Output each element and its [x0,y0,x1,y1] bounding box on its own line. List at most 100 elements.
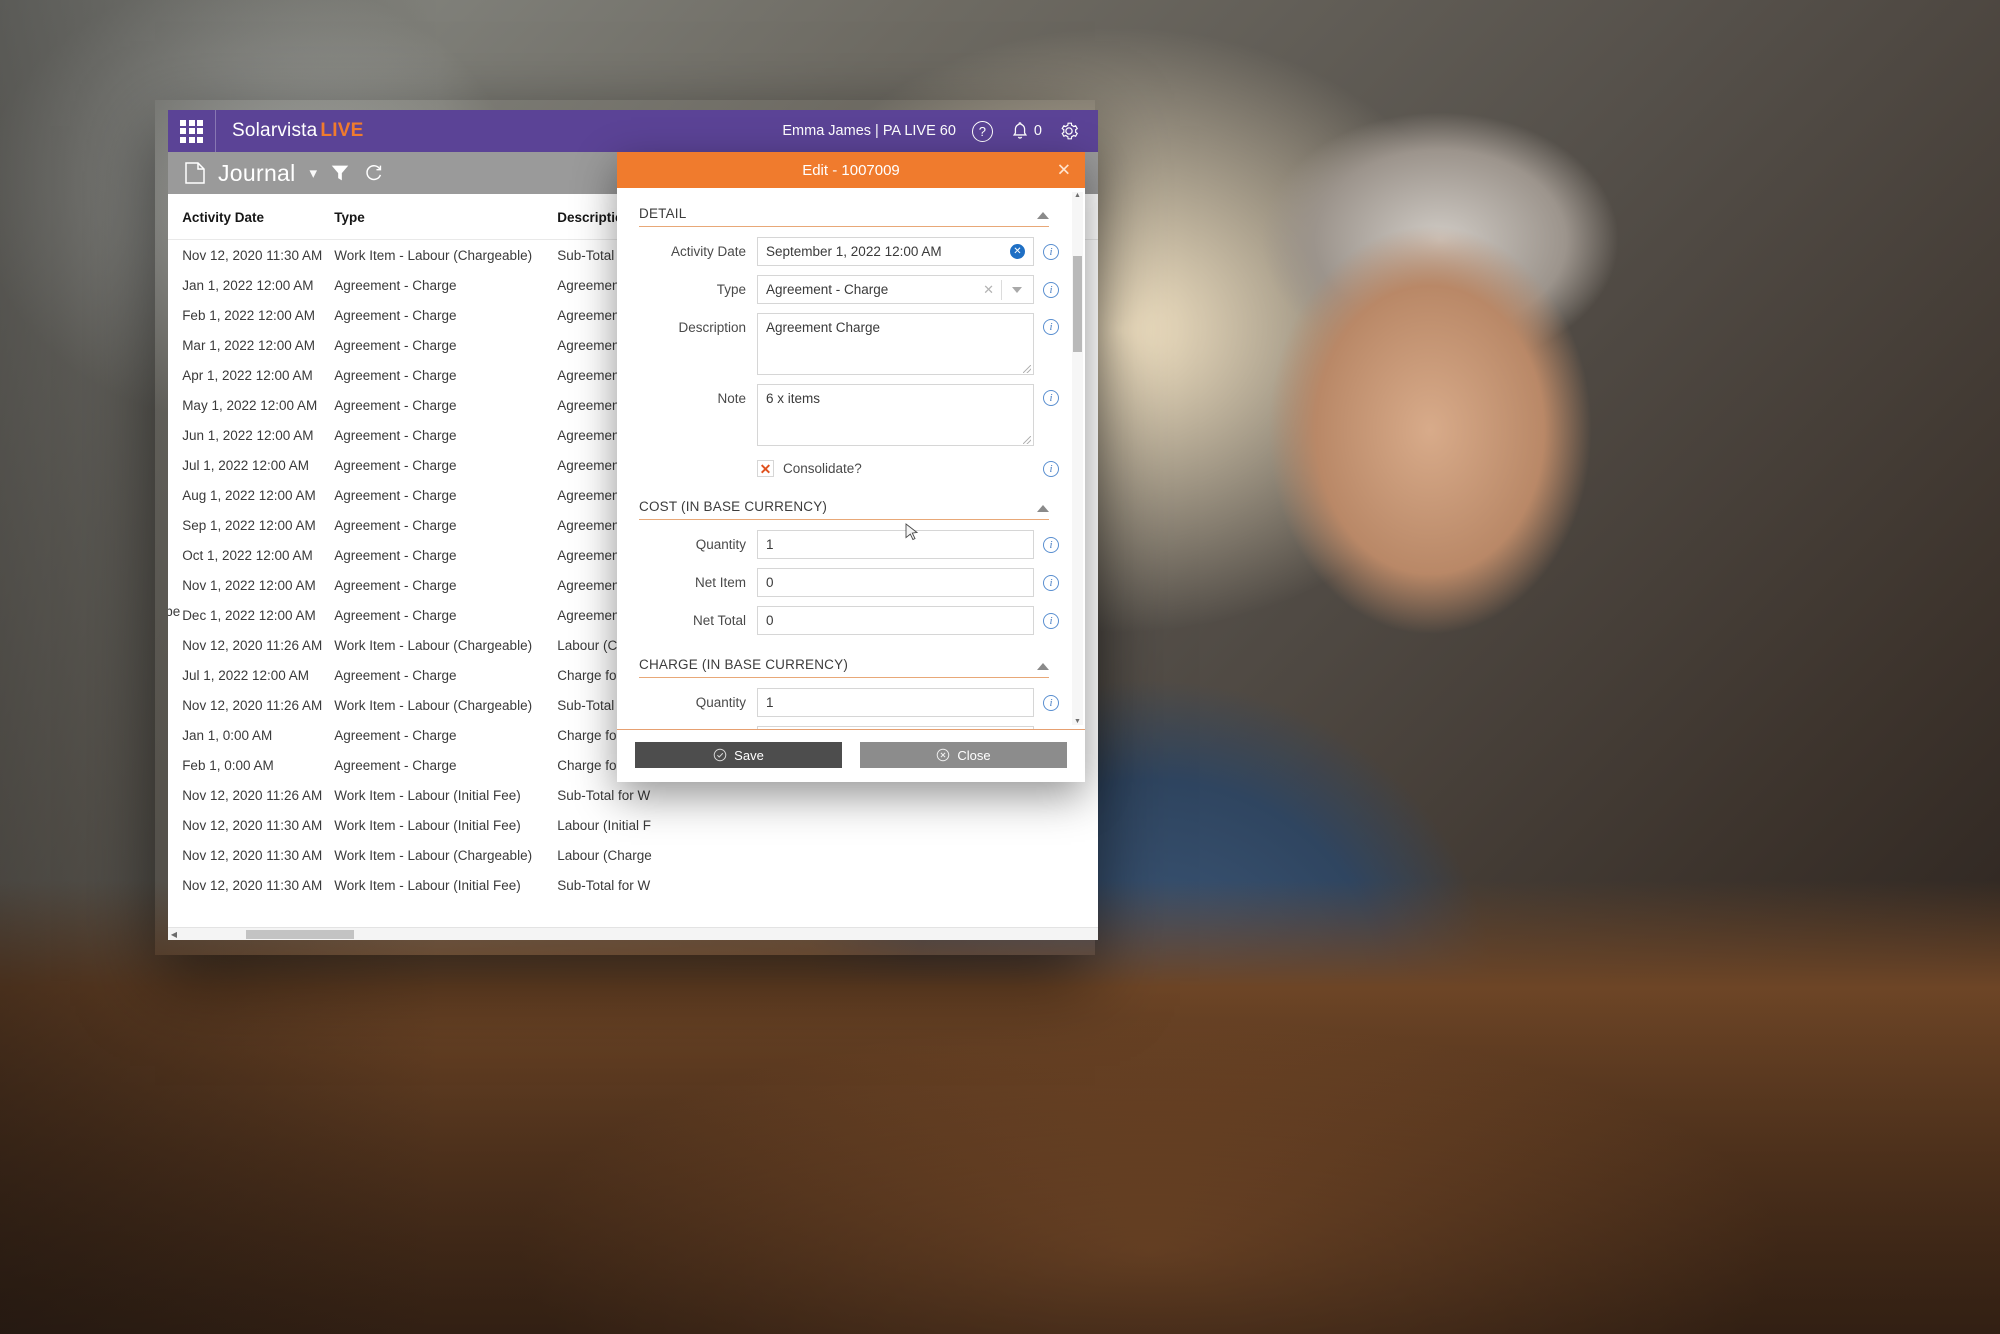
section-header-detail[interactable]: DETAIL [639,206,1049,227]
info-icon[interactable]: i [1043,613,1059,629]
info-icon[interactable]: i [1043,319,1059,335]
cost-net-total-input[interactable]: 0 [757,606,1034,635]
cell-activity-date: Jul 1, 2022 12:00 AM [182,457,310,473]
section-label-charge: CHARGE (IN BASE CURRENCY) [639,657,849,672]
label-note: Note [717,391,746,406]
scroll-down-arrow[interactable]: ▼ [1072,718,1083,725]
save-button[interactable]: Save [635,742,842,768]
info-icon[interactable]: i [1043,282,1059,298]
label-consolidate: Consolidate? [783,461,862,476]
table-row[interactable]: Nov 12, 2020 11:30 AM Work Item - Labour … [168,870,1098,900]
row-spacer [168,450,182,480]
row-spacer [168,300,182,330]
cell-type: Work Item - Labour (Initial Fee) [334,877,521,893]
section-header-charge[interactable]: CHARGE (IN BASE CURRENCY) [639,657,1049,678]
cell-type: Work Item - Labour (Chargeable) [334,847,533,863]
info-icon[interactable]: i [1043,575,1059,591]
info-icon[interactable]: i [1043,695,1059,711]
notification-count: 0 [1033,123,1042,139]
filter-icon[interactable] [329,162,351,184]
gear-icon[interactable] [1058,120,1080,142]
checkbox-mark: ✕ [759,460,772,477]
row-spacer [168,720,182,750]
info-icon[interactable]: i [1043,390,1059,406]
table-header-spacer [168,194,183,240]
chevron-down-icon[interactable] [1012,286,1022,293]
cell-description: Labour (Charge [557,847,652,863]
header-actions: Emma James | PA LIVE 60 ? 0 [782,120,1098,142]
table-row[interactable]: Nov 12, 2020 11:26 AM Work Item - Labour … [168,780,1098,810]
vertical-scroll-thumb[interactable] [1073,256,1082,352]
activity-date-value: September 1, 2022 12:00 AM [766,244,942,259]
close-icon[interactable]: ✕ [1057,162,1071,179]
scroll-left-arrow[interactable]: ◀ [168,930,180,939]
table-row[interactable]: Nov 12, 2020 11:30 AM Work Item - Labour … [168,840,1098,870]
info-icon[interactable]: i [1043,460,1059,477]
cell-type: Agreement - Charge [334,547,457,563]
cost-quantity-input[interactable]: 1 [757,530,1034,559]
chevron-up-icon[interactable] [1037,505,1049,512]
note-textarea[interactable]: 6 x items [757,384,1034,446]
consolidate-checkbox[interactable]: ✕ [757,460,774,477]
row-spacer [168,630,182,660]
row-spacer [168,480,182,510]
cell-description: Labour (Initial F [557,817,652,833]
clear-icon[interactable]: ✕ [983,282,1001,298]
app-header: Solarvista LIVE Emma James | PA LIVE 60 ?… [168,110,1098,152]
page-icon [185,162,205,184]
user-account-label[interactable]: Emma James | PA LIVE 60 [782,123,956,139]
page-title: Journal [218,159,296,186]
charge-net-item-input[interactable]: 1184.67 [757,726,1034,729]
activity-date-input[interactable]: September 1, 2022 12:00 AM ✕ [757,237,1034,266]
apps-grid-button[interactable] [168,110,216,152]
cell-activity-date: Nov 12, 2020 11:26 AM [182,697,323,713]
close-button[interactable]: Close [860,742,1067,768]
row-spacer [168,870,182,900]
description-textarea[interactable]: Agreement Charge [757,313,1034,375]
row-spacer [168,750,182,780]
cell-activity-date: Sep 1, 2022 12:00 AM [182,517,316,533]
row-spacer [168,510,182,540]
refresh-icon[interactable] [363,162,385,184]
cell-type: Agreement - Charge [334,457,457,473]
field-cost-quantity: Quantity 1 i [639,530,1059,559]
label-charge-quantity: Quantity [695,695,746,710]
dialog-footer: Save Close [617,729,1085,782]
scroll-up-arrow[interactable]: ▲ [1072,192,1083,199]
chevron-down-icon[interactable]: ▾ [310,164,318,182]
resize-handle[interactable] [1023,436,1031,444]
row-spacer [168,810,182,840]
notifications-button[interactable]: 0 [1009,120,1042,142]
help-glyph: ? [978,123,987,139]
charge-quantity-value: 1 [766,695,774,710]
row-spacer [168,540,182,570]
cost-net-item-input[interactable]: 0 [757,568,1034,597]
horizontal-scroll-thumb[interactable] [246,930,354,939]
brand-logo: Solarvista LIVE [232,120,363,142]
charge-quantity-input[interactable]: 1 [757,688,1034,717]
column-header-type[interactable]: Type [334,194,558,240]
cell-overflow [861,870,1098,900]
chevron-up-icon[interactable] [1037,212,1049,219]
description-value: Agreement Charge [766,320,881,335]
cell-activity-date: Feb 1, 0:00 AM [182,757,274,773]
column-header-activity-date[interactable]: Activity Date [182,194,335,240]
info-icon[interactable]: i [1043,244,1059,260]
help-icon[interactable]: ? [971,120,993,142]
dialog-vertical-scrollbar[interactable]: ▲ ▼ [1072,192,1083,725]
section-header-cost[interactable]: COST (IN BASE CURRENCY) [639,499,1049,520]
cell-activity-date: Nov 1, 2022 12:00 AM [182,577,316,593]
info-icon[interactable]: i [1043,537,1059,553]
horizontal-scrollbar[interactable]: ◀ [168,927,1098,940]
cell-activity-date: Jan 1, 0:00 AM [182,727,273,743]
type-select[interactable]: Agreement - Charge ✕ [757,275,1034,304]
cell-activity-date: Nov 12, 2020 11:30 AM [182,247,323,263]
chevron-up-icon[interactable] [1037,663,1049,670]
save-label: Save [734,747,764,763]
field-description: Description Agreement Charge i [639,313,1059,375]
resize-handle[interactable] [1023,365,1031,373]
clear-circle-icon[interactable]: ✕ [1010,244,1025,259]
cell-activity-date: Nov 12, 2020 11:26 AM [182,637,323,653]
row-spacer [168,330,182,360]
table-row[interactable]: Nov 12, 2020 11:30 AM Work Item - Labour … [168,810,1098,840]
